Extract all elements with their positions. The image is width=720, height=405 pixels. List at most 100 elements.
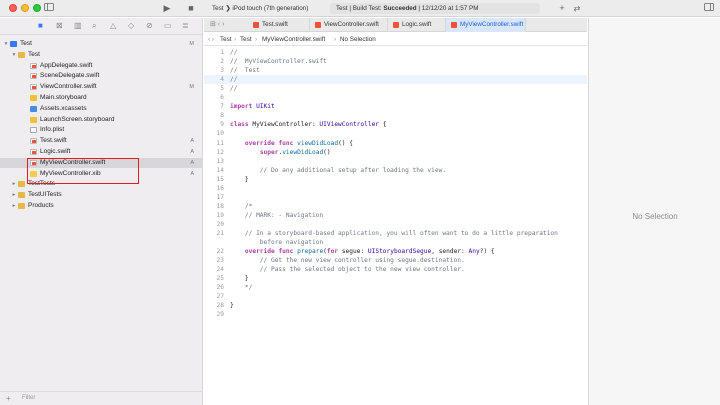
editor-tab-label: Logic.swift [402, 21, 432, 28]
add-file-icon[interactable]: + [6, 394, 11, 403]
tree-item[interactable]: SceneDelegate.swift [0, 71, 203, 81]
folder-icon[interactable]: ■ [38, 21, 43, 30]
scheme-name: Test [212, 5, 224, 12]
tree-item[interactable]: ViewController.swift M [0, 82, 203, 92]
line-number: 11 [216, 139, 224, 147]
tree-item[interactable]: LaunchScreen.storyboard [0, 115, 203, 125]
editor-tab[interactable]: Test.swift [248, 18, 310, 32]
symbol-icon[interactable]: ▥ [74, 21, 82, 30]
tree-item[interactable]: Main.storyboard [0, 93, 203, 103]
tree-item-label: Info.plist [40, 126, 65, 134]
tree-item[interactable]: ▾ Test M [0, 39, 203, 49]
file-icon [30, 62, 37, 69]
file-icon [30, 73, 37, 80]
filter-input[interactable]: Filter [22, 395, 35, 401]
line-number: 25 [216, 275, 224, 283]
editor-tab[interactable]: ViewController.swift [310, 18, 388, 32]
tree-item[interactable]: Assets.xcassets [0, 104, 203, 114]
sidebar-toggle-icon[interactable] [44, 3, 54, 14]
swift-file-icon [393, 22, 399, 28]
folder-icon [18, 51, 25, 58]
source-editor[interactable]: 1 // 2 // MyViewController.swift 3 // Test 4 //… [204, 46, 587, 405]
tab-navigation-icon[interactable]: ⊞ ‹ › [210, 18, 224, 32]
tree-item-label: TestUITests [28, 191, 62, 199]
code-text: // Get the new view controller using seg… [230, 257, 465, 265]
tree-item[interactable]: Info.plist [0, 125, 203, 135]
tree-item[interactable]: Logic.swift A [0, 147, 203, 157]
code-line: 4 // [204, 75, 587, 84]
disclosure-triangle-icon[interactable]: ▾ [10, 50, 18, 60]
swap-arrows-icon[interactable]: ⇄ [572, 3, 582, 14]
editor-tab[interactable]: Logic.swift [388, 18, 446, 32]
stop-icon[interactable]: ■ [186, 3, 196, 14]
source-control-badge: M [189, 41, 194, 47]
line-number: 20 [216, 220, 224, 228]
navigator-selector-bar: ■ ⊠ ▥ ⌕ △ ◇ ⊘ ▭ ≣ [0, 18, 203, 35]
tree-item-label: Products [28, 202, 54, 209]
code-line: 12 super.viewDidLoad() [204, 148, 587, 157]
line-number: 2 [220, 58, 224, 66]
code-line: 13 [204, 157, 587, 166]
activity-status: Test | Build Test: Succeeded | 12/12/20 … [330, 3, 540, 14]
tree-item-label: Test [28, 50, 40, 58]
line-number: 21 [216, 230, 224, 237]
tree-item[interactable]: ▾ Test [0, 50, 203, 60]
zoom-window-button[interactable] [33, 4, 41, 12]
window-toolbar: ▶ ■ Test ❯ iPod touch (7th generation) T… [0, 0, 720, 17]
breadcrumb: ‹ › Test › Test › MyViewController.swift… [204, 33, 587, 46]
line-number: 28 [216, 302, 224, 310]
tree-item-label: AppDelegate.swift [40, 61, 93, 69]
tree-item[interactable]: ▸ TestUITests [0, 190, 203, 200]
line-number: 4 [220, 76, 224, 84]
editor-tab[interactable]: MyViewController.swift [446, 18, 526, 32]
tree-item[interactable]: Test.swift A [0, 136, 203, 146]
report-icon[interactable]: ≣ [182, 21, 189, 30]
code-line: 7 import UIKit [204, 102, 587, 111]
code-line: 9 class MyViewController: UIViewControlle… [204, 120, 587, 129]
play-icon[interactable]: ▶ [162, 3, 172, 14]
disclosure-triangle-icon[interactable]: ▸ [10, 179, 18, 189]
code-text: /* [230, 202, 253, 210]
nav-back-icon[interactable]: ‹ › [208, 33, 214, 46]
breakpoint-icon[interactable]: ▭ [164, 21, 172, 30]
code-text: override func viewDidLoad() { [244, 139, 353, 147]
disclosure-triangle-icon[interactable]: ▸ [10, 190, 18, 200]
project-icon [10, 41, 17, 47]
test-icon[interactable]: ◇ [128, 21, 134, 30]
tree-item-label: Logic.swift [40, 148, 71, 155]
breadcrumb-symbol[interactable]: No Selection [340, 33, 376, 46]
inspector-toggle-icon[interactable] [704, 3, 714, 14]
minimize-window-button[interactable] [21, 4, 29, 12]
file-icon [30, 138, 37, 145]
disclosure-triangle-icon[interactable]: ▾ [2, 39, 10, 49]
breadcrumb-folder[interactable]: Test [240, 33, 252, 46]
line-number: 16 [216, 184, 224, 192]
code-line: 10 [204, 129, 587, 138]
tree-item[interactable]: ▸ Products [0, 201, 203, 211]
editor-tab-label: Test.swift [262, 21, 288, 28]
scheme-selector[interactable]: Test ❯ iPod touch (7th generation) [212, 4, 308, 14]
no-selection-label: No Selection [632, 212, 678, 221]
breadcrumb-project[interactable]: Test [220, 33, 232, 46]
source-control-icon[interactable]: ⊠ [56, 21, 63, 30]
close-window-button[interactable] [9, 4, 17, 12]
plus-icon[interactable]: + [557, 3, 567, 14]
code-text: } [230, 175, 249, 183]
code-line: 17 [204, 193, 587, 202]
disclosure-triangle-icon[interactable]: ▸ [10, 201, 18, 211]
warning-icon[interactable]: △ [110, 21, 116, 30]
source-control-badge: M [189, 84, 194, 91]
code-text: // MARK: - Navigation [230, 211, 324, 219]
code-line: 14 // Do any additional setup after load… [204, 166, 587, 175]
tree-item[interactable]: AppDelegate.swift [0, 61, 203, 71]
debug-icon[interactable]: ⊘ [146, 21, 153, 30]
code-text: // MyViewController.swift [230, 58, 327, 66]
code-line: 19 // MARK: - Navigation [204, 211, 587, 220]
code-line: 2 // MyViewController.swift [204, 57, 587, 66]
annotation-highlight [27, 158, 139, 184]
search-icon[interactable]: ⌕ [92, 21, 96, 31]
breadcrumb-file[interactable]: MyViewController.swift [262, 33, 325, 46]
code-text: // In a storyboard-based application, yo… [230, 230, 558, 237]
line-number: 8 [220, 112, 224, 120]
line-number: 6 [220, 94, 224, 102]
